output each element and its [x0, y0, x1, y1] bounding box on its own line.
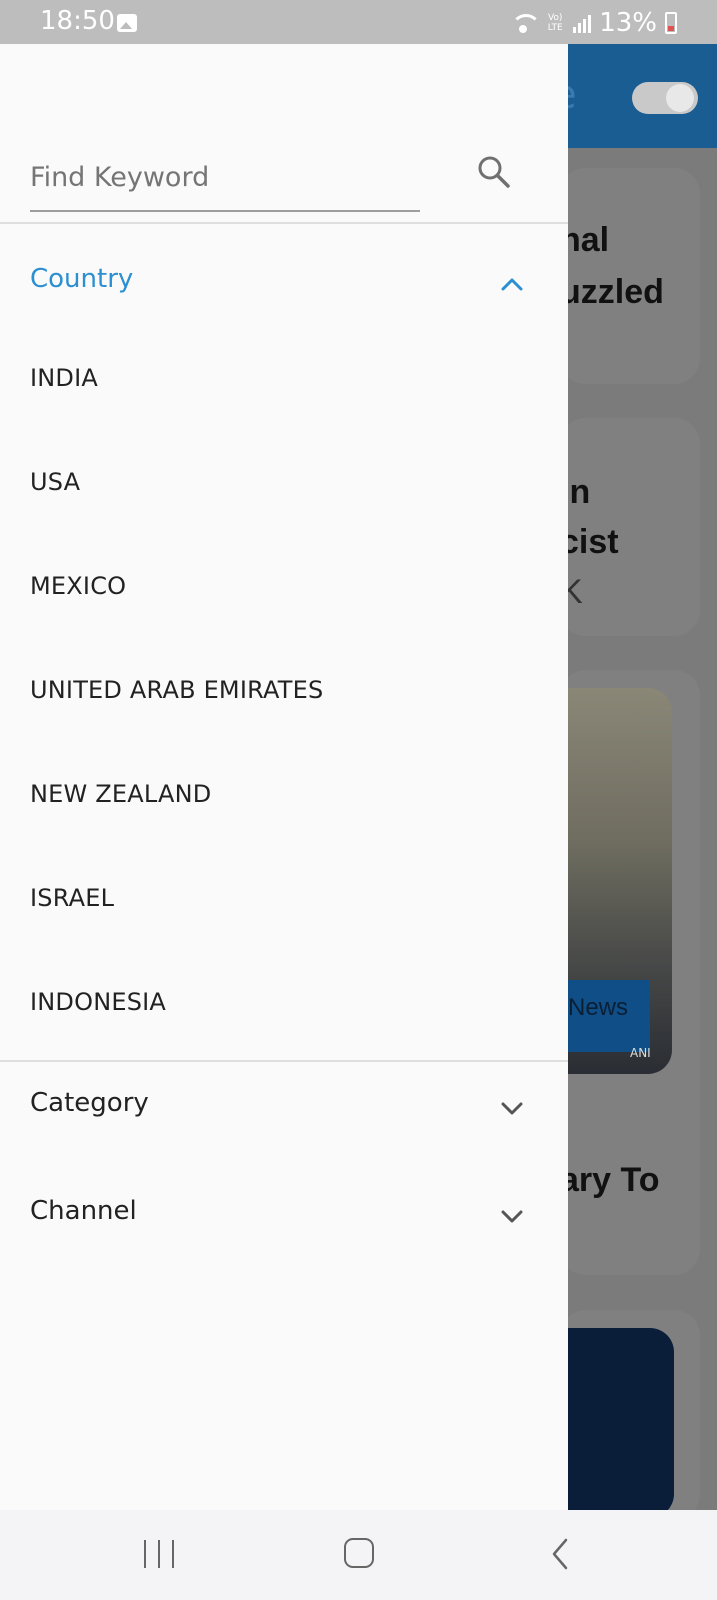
country-section-label: Country: [30, 264, 134, 294]
wifi-icon: [509, 12, 542, 34]
country-item-mexico[interactable]: MEXICO: [30, 572, 126, 600]
chevron-down-icon: [501, 1210, 523, 1223]
divider: [0, 1060, 568, 1062]
recent-apps-button[interactable]: [144, 1540, 174, 1568]
battery-percent: 13%: [599, 8, 657, 38]
chevron-down-icon: [501, 1102, 523, 1115]
search-icon[interactable]: [476, 154, 512, 190]
signal-icon: [573, 13, 592, 33]
divider: [0, 222, 568, 224]
battery-icon: [665, 12, 677, 34]
back-button[interactable]: [548, 1536, 572, 1572]
status-bar: 18:50 Vo) LTE 13%: [0, 0, 717, 44]
volte-icon: Vo) LTE: [547, 13, 563, 33]
search-row: [30, 144, 530, 214]
screen: 18:50 Vo) LTE 13% e nal uzzled In cist K…: [0, 0, 717, 1600]
country-item-usa[interactable]: USA: [30, 468, 80, 496]
country-item-new-zealand[interactable]: NEW ZEALAND: [30, 780, 211, 808]
filter-drawer: Country INDIA USA MEXICO UNITED ARAB EMI…: [0, 44, 568, 1510]
news-card-title-line: ary To: [560, 1161, 660, 1199]
country-item-india[interactable]: INDIA: [30, 364, 98, 392]
status-icons: Vo) LTE 13%: [509, 8, 677, 38]
country-section-header[interactable]: Country: [0, 250, 568, 320]
gallery-icon: [117, 14, 137, 32]
channel-section-header[interactable]: Channel: [0, 1182, 568, 1252]
country-item-israel[interactable]: ISRAEL: [30, 884, 114, 912]
theme-toggle[interactable]: [632, 82, 698, 114]
country-item-indonesia[interactable]: INDONESIA: [30, 988, 166, 1016]
category-section-header[interactable]: Category: [0, 1074, 568, 1144]
keyword-search-input[interactable]: [30, 144, 420, 212]
status-time: 18:50: [40, 6, 115, 36]
channel-section-label: Channel: [30, 1196, 137, 1226]
system-nav-bar: [0, 1510, 717, 1600]
home-button[interactable]: [344, 1538, 374, 1568]
news-card-title-line: uzzled: [560, 273, 664, 311]
country-item-uae[interactable]: UNITED ARAB EMIRATES: [30, 676, 323, 704]
news-card-title-line: cist: [560, 523, 619, 561]
photo-source: ANI: [630, 1046, 651, 1060]
category-section-label: Category: [30, 1088, 149, 1118]
chevron-up-icon: [501, 278, 523, 291]
news-tag: News: [566, 980, 650, 1052]
